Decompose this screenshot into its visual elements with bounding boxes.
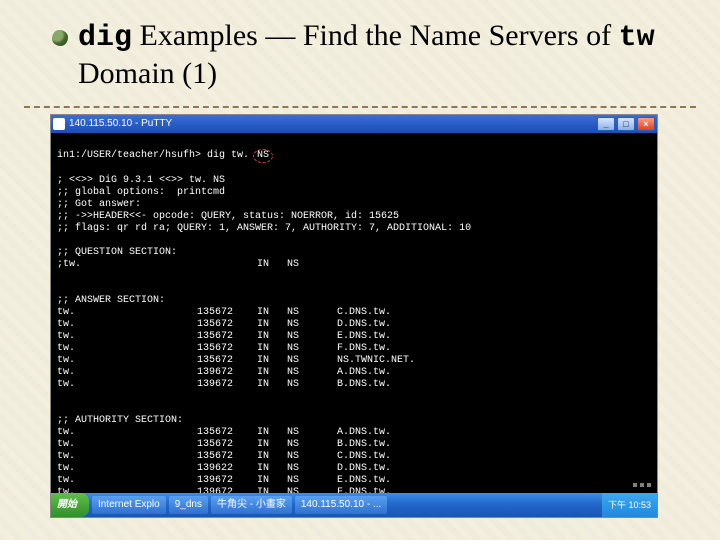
slide: dig Examples — Find the Name Servers of … [0,0,720,540]
hdr-line: ;; flags: qr rd ra; QUERY: 1, ANSWER: 7,… [57,223,471,234]
question-row: ;tw.INNS [57,259,651,271]
table-row: tw.135672INNSC.DNS.tw. [57,307,651,319]
putty-window: 140.115.50.10 - PuTTY _ □ × in1:/USER/te… [50,114,658,518]
prompt-line: in1:/USER/teacher/hsufh> dig tw. NS [57,150,273,161]
question-header: ;; QUESTION SECTION: [57,247,177,258]
title-divider [24,106,696,108]
answer-header: ;; ANSWER SECTION: [57,295,165,306]
start-button[interactable]: 開始 [51,493,89,517]
taskbar-item[interactable]: Internet Explo [92,496,166,514]
leaf-bullet-icon [52,30,68,46]
hdr-line: ;; Got answer: [57,199,141,210]
title-text-2: Domain (1) [78,57,217,90]
window-titlebar[interactable]: 140.115.50.10 - PuTTY _ □ × [51,115,657,133]
hdr-line: ;; ->>HEADER<<- opcode: QUERY, status: N… [57,211,399,222]
minimize-button[interactable]: _ [597,117,615,131]
table-row: tw.135672INNSB.DNS.tw. [57,439,651,451]
table-row: tw.135672INNSA.DNS.tw. [57,427,651,439]
window-title: 140.115.50.10 - PuTTY [69,118,172,130]
hdr-line: ; <<>> DiG 9.3.1 <<>> tw. NS [57,175,225,186]
authority-header: ;; AUTHORITY SECTION: [57,415,183,426]
title-text-1: Examples — Find the Name Servers of [132,19,619,52]
title-mono-dig: dig [78,21,132,55]
table-row: tw.135672INNSD.DNS.tw. [57,319,651,331]
table-row: tw.135672INNSF.DNS.tw. [57,343,651,355]
circled-ns: NS [253,149,273,163]
table-row: tw.135672INNSC.DNS.tw. [57,451,651,463]
taskbar-item[interactable]: 140.115.50.10 - ... [295,496,387,514]
putty-icon [53,118,65,130]
close-button[interactable]: × [637,117,655,131]
table-row: tw.139672INNSA.DNS.tw. [57,367,651,379]
terminal-body[interactable]: in1:/USER/teacher/hsufh> dig tw. NS ; <<… [51,133,657,493]
tray-clock: 下午 10:53 [608,499,651,511]
taskbar-item[interactable]: 牛角尖 - 小畫家 [211,496,292,514]
resize-grip-icon [633,483,651,487]
table-row: tw.139672INNSB.DNS.tw. [57,379,651,391]
slide-title: dig Examples — Find the Name Servers of … [0,0,720,100]
table-row: tw.135672INNSE.DNS.tw. [57,331,651,343]
hdr-line: ;; global options: printcmd [57,187,225,198]
system-tray[interactable]: 下午 10:53 [602,493,657,517]
table-row: tw.135672INNSNS.TWNIC.NET. [57,355,651,367]
table-row: tw.139622INNSD.DNS.tw. [57,463,651,475]
maximize-button[interactable]: □ [617,117,635,131]
taskbar-item[interactable]: 9_dns [169,496,208,514]
title-mono-tw: tw [619,21,655,55]
taskbar[interactable]: 開始 Internet Explo 9_dns 牛角尖 - 小畫家 140.11… [51,493,657,517]
table-row: tw.139672INNSE.DNS.tw. [57,475,651,487]
